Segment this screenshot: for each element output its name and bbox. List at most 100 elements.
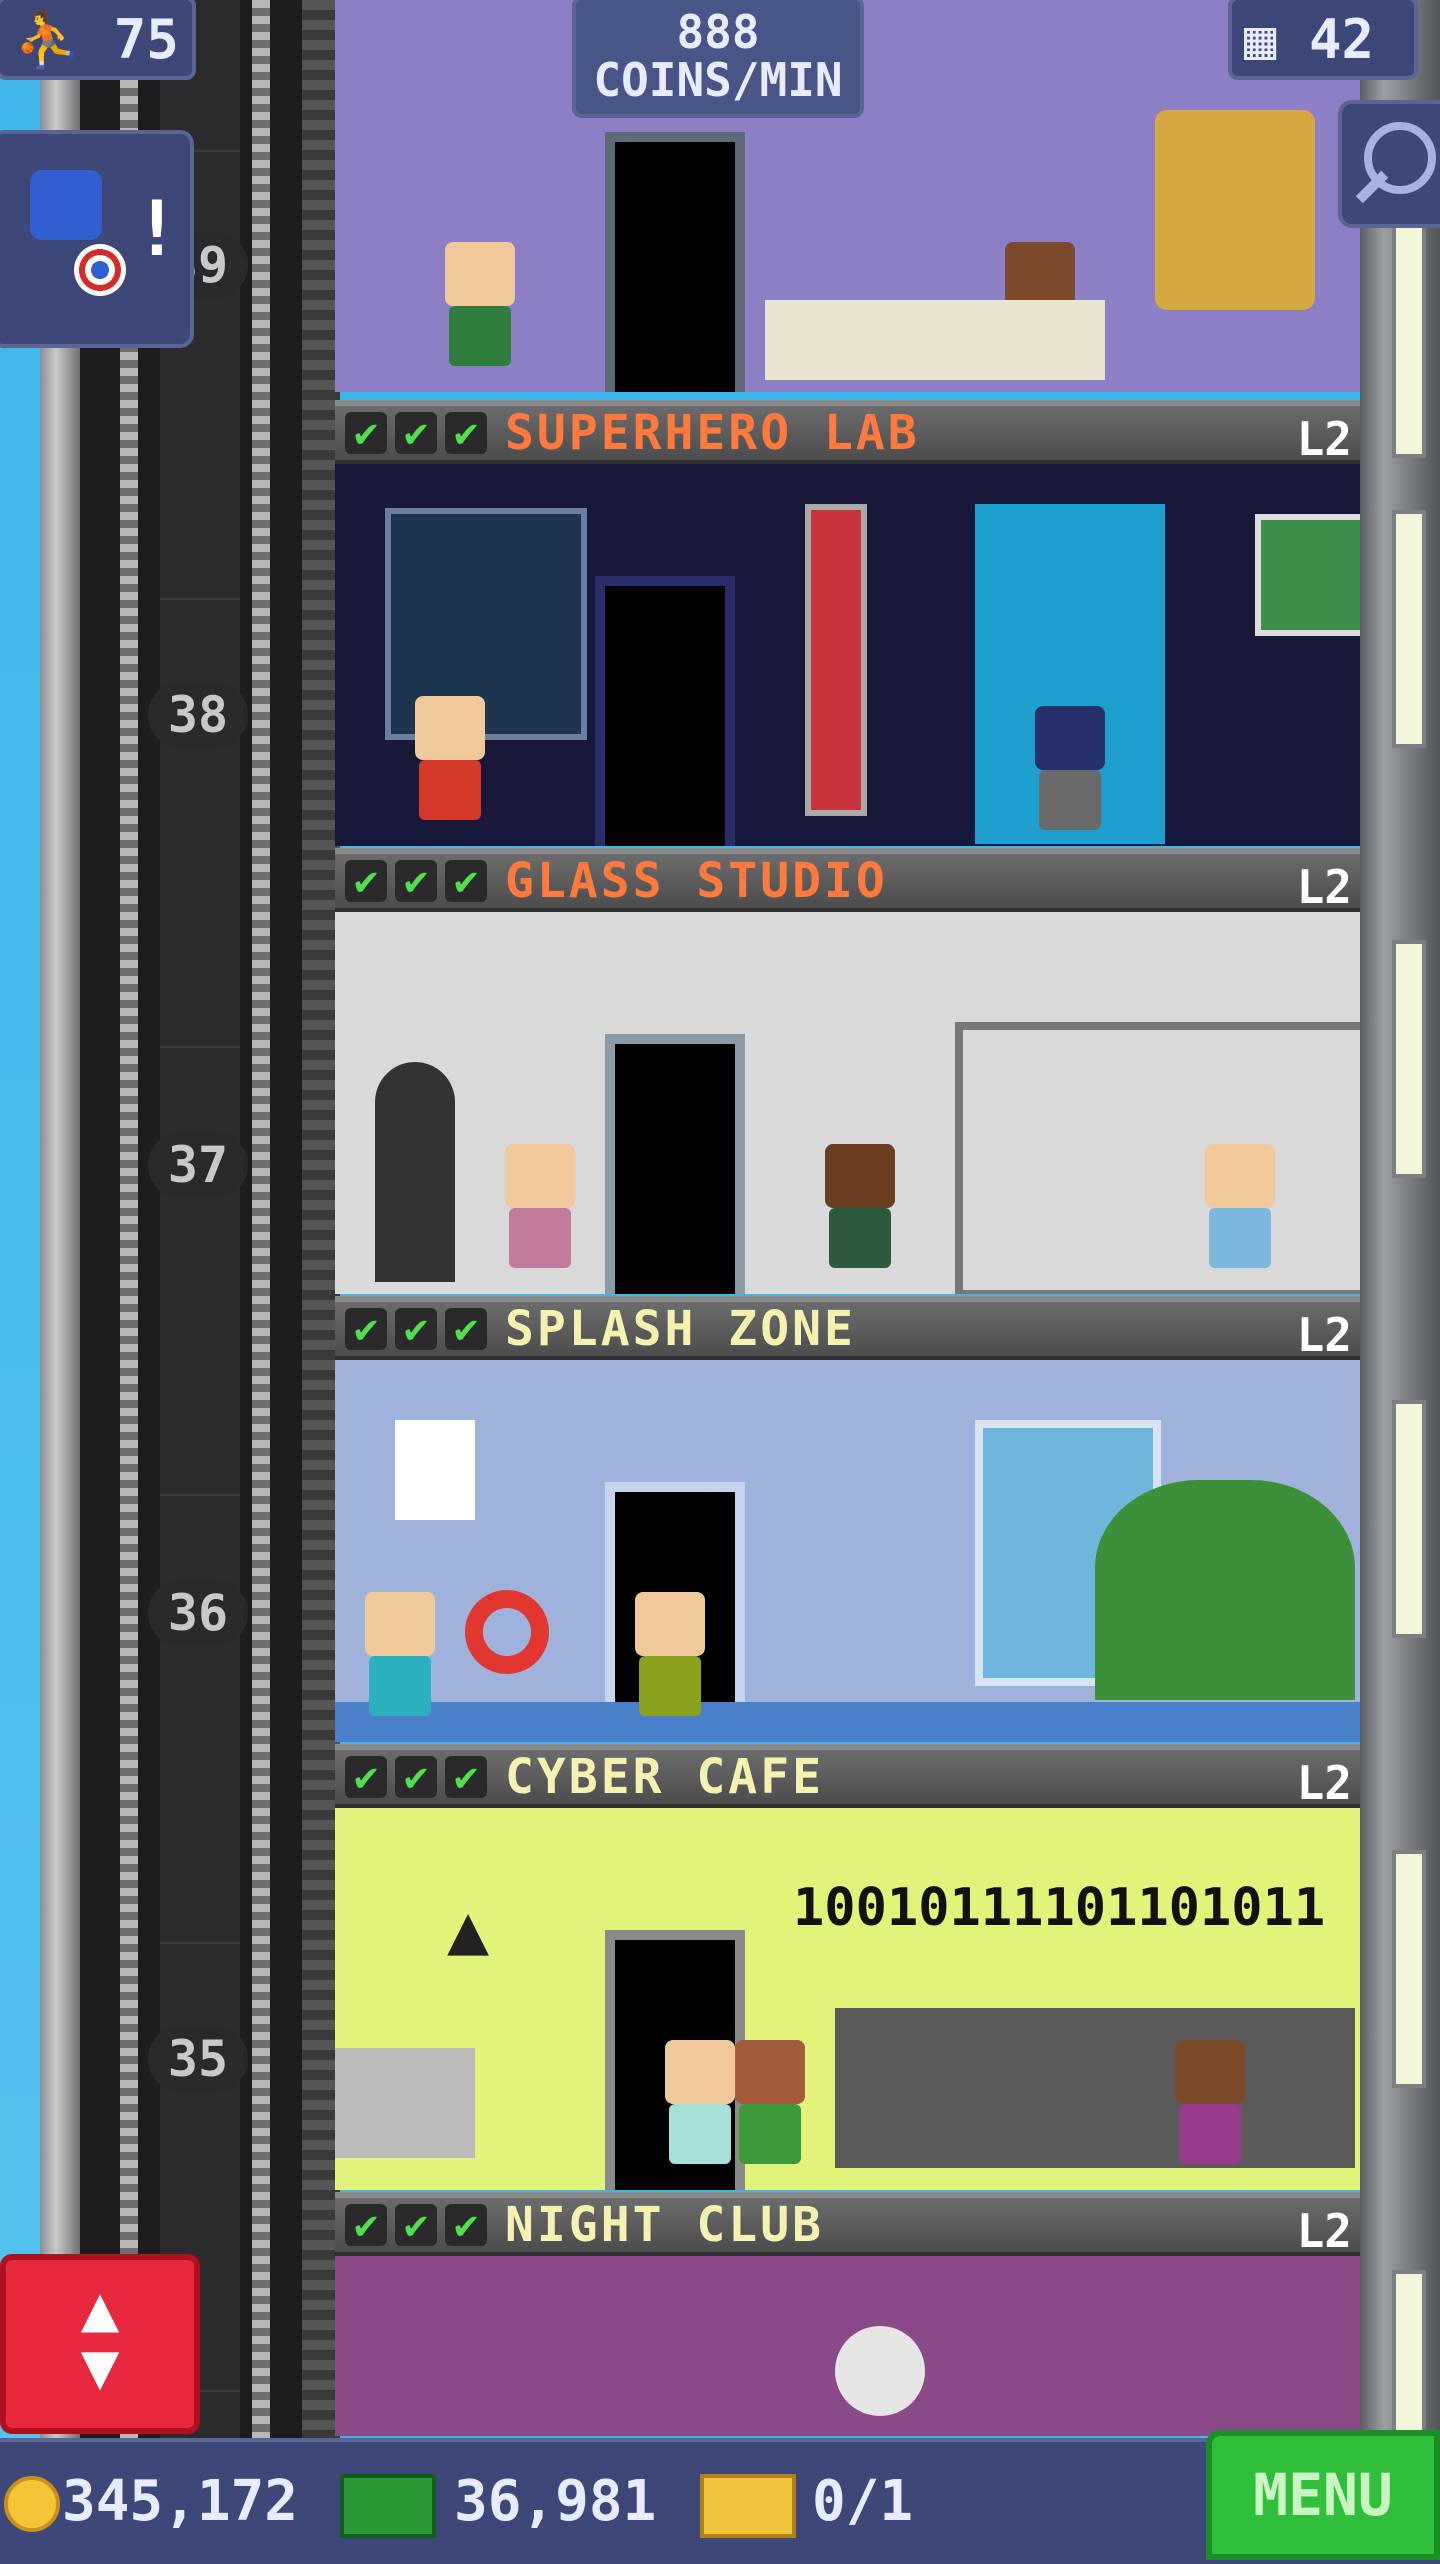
palm-trees [1095,1480,1355,1700]
floor-glass-studio[interactable]: ✔ ✔ ✔ GLASS STUDIO L2 [335,848,1360,1294]
floor-level: L2 [1296,1308,1352,1362]
person[interactable] [1205,1144,1275,1274]
floor-night-club[interactable]: ✔ ✔ ✔ NIGHT CLUB L2 [335,2192,1360,2436]
room-interior [335,1360,1360,1742]
check-icon: ✔ [345,1308,387,1350]
floor-counter[interactable]: ▦ 42 [1228,0,1418,80]
reception-desk [335,2048,475,2158]
room-interior: ▲ 1001011110110101​1 [335,1808,1360,2190]
counter [765,300,1105,380]
floor-cyber-cafe[interactable]: ✔ ✔ ✔ CYBER CAFE L2 ▲ 1001011110110101​1 [335,1744,1360,2190]
window [1392,1850,1426,2088]
floor-number-37: 37 [148,1132,248,1198]
computer-stations [835,2008,1355,2168]
person[interactable] [735,2040,805,2170]
window [1392,940,1426,1178]
floor-header[interactable]: ✔ ✔ ✔ GLASS STUDIO L2 [335,848,1360,914]
menu-button[interactable]: MENU [1206,2430,1440,2560]
alert-icon: ! [134,184,180,273]
floor-number-36: 36 [148,1580,248,1646]
coins-value: 345,172 [62,2469,299,2534]
floor-level: L2 [1296,1756,1352,1810]
coin-icon [4,2476,60,2532]
check-icon: ✔ [395,1308,437,1350]
kiln [375,1062,455,1282]
person[interactable] [505,1144,575,1274]
superhero-icon [30,170,102,240]
elevator-arrows-icon: ▲ ▼ [80,2272,120,2404]
search-button[interactable] [1338,100,1440,228]
check-icon: ✔ [395,860,437,902]
person[interactable] [825,1144,895,1274]
person[interactable] [635,1592,705,1722]
bux-value: 36,981 [454,2469,657,2534]
dna-tube [805,504,867,816]
world-map [1255,514,1360,636]
vip-ticket-icon[interactable] [700,2474,796,2538]
floor-level: L2 [1296,412,1352,466]
floor-name: SUPERHERO LAB [505,405,920,461]
person[interactable] [445,242,515,372]
floor-number-35: 35 [148,2026,248,2092]
floor-superhero-lab[interactable]: ✔ ✔ ✔ SUPERHERO LAB L2 [335,400,1360,846]
floor-level: L2 [1296,860,1352,914]
coins-per-minute: 888 COINS/MIN [572,0,864,118]
floor-splash-zone[interactable]: ✔ ✔ ✔ SPLASH ZONE L2 [335,1296,1360,1742]
outer-wall [40,0,80,2440]
shield-icon [74,244,126,296]
check-icon: ✔ [395,2204,437,2246]
room-interior [335,2256,1360,2436]
elevator-button[interactable]: ▲ ▼ [0,2254,200,2434]
batman-character[interactable] [1035,706,1105,836]
check-icon: ✔ [445,412,487,454]
check-icon: ✔ [345,1756,387,1798]
floor-name: NIGHT CLUB [505,2197,824,2253]
room-interior [335,912,1360,1294]
check-icon: ✔ [445,2204,487,2246]
window [1392,220,1426,458]
poster [395,1420,475,1520]
check-icon: ✔ [445,1308,487,1350]
floor-name: GLASS STUDIO [505,853,888,909]
life-ring [465,1590,549,1674]
check-icon: ✔ [395,1756,437,1798]
floor-number-38: 38 [148,682,248,748]
floor-header[interactable]: ✔ ✔ ✔ CYBER CAFE L2 [335,1744,1360,1810]
person[interactable] [365,1592,435,1722]
check-icon: ✔ [445,1756,487,1798]
elevator-rail-left [120,0,138,2440]
check-icon: ✔ [345,412,387,454]
check-icon: ✔ [345,860,387,902]
vip-value: 0/1 [812,2469,914,2534]
building-icon: ▦ [1244,8,1277,71]
population-counter[interactable]: ⛹ 75 [0,0,196,80]
floor-name: SPLASH ZONE [505,1301,856,1357]
check-icon: ✔ [445,860,487,902]
bux-icon[interactable] [340,2474,436,2538]
person[interactable] [1175,2040,1245,2170]
person[interactable] [665,2040,735,2170]
check-icon: ✔ [395,412,437,454]
person-icon: ⛹ [14,8,82,71]
superhero-button[interactable]: ! [0,130,194,348]
floor-header[interactable]: ✔ ✔ ✔ NIGHT CLUB L2 [335,2192,1360,2258]
elevator-rail-right [252,0,270,2440]
chocolate-vat [1155,110,1315,310]
door [595,576,735,846]
room-interior [335,464,1360,846]
glass-shelf [955,1022,1360,1294]
floor-header[interactable]: ✔ ✔ ✔ SPLASH ZONE L2 [335,1296,1360,1362]
floor-level: L2 [1296,2204,1352,2258]
disco-ball [835,2326,925,2416]
cursor-icon: ▲ [447,1888,490,1970]
door [605,132,745,392]
window [1392,510,1426,748]
binary-sign: 1001011110110101​1 [793,1878,1326,1938]
floor-header[interactable]: ✔ ✔ ✔ SUPERHERO LAB L2 [335,400,1360,466]
floor-name: CYBER CAFE [505,1749,824,1805]
robin-character[interactable] [415,696,485,826]
door [605,1034,745,1294]
window [1392,1400,1426,1638]
check-icon: ✔ [345,2204,387,2246]
pool-water [335,1702,1360,1742]
